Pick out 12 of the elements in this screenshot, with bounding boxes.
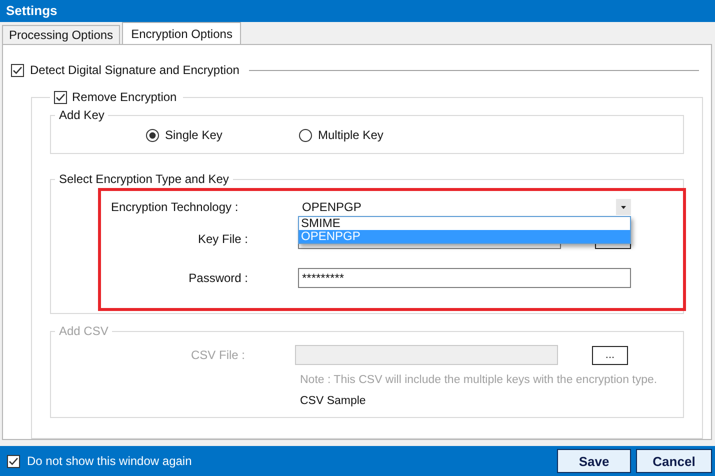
group-title: Add Key	[58, 108, 106, 122]
note-text: Note : This CSV will include the multiple keys with the encryption type.	[300, 374, 658, 386]
field-label: Key File :	[196, 232, 249, 246]
window-title: Settings	[0, 0, 715, 22]
group-title: Add CSV	[58, 324, 110, 338]
group-title: Select Encryption Type and Key	[58, 172, 230, 186]
field-label: Encryption Technology :	[111, 200, 240, 214]
checkbox-label: Detect Digital Signature and Encryption	[30, 63, 240, 77]
field-label: CSV File :	[190, 348, 246, 362]
checkbox-label: Do not show this window again	[27, 454, 192, 468]
checkbox-label: Remove Encryption	[72, 90, 177, 104]
field-label: Password :	[188, 271, 249, 285]
